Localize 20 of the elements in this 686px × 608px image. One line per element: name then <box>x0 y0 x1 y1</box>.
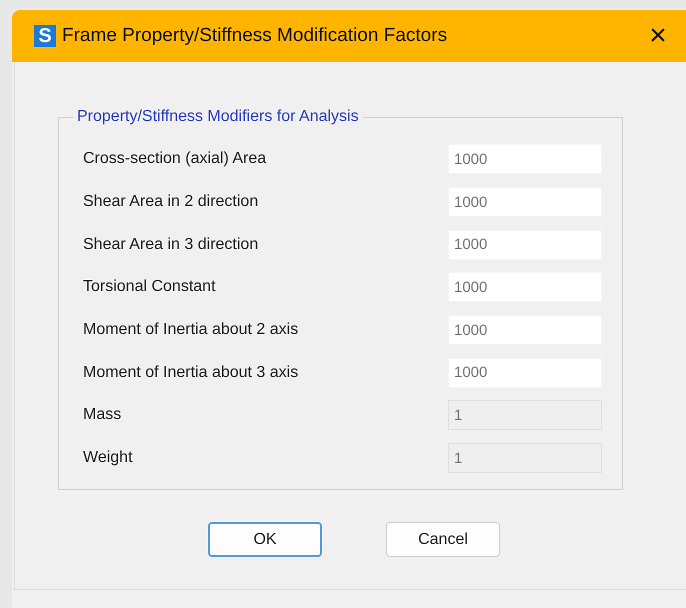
input-field[interactable]: 1000 <box>448 315 602 346</box>
input-field[interactable]: 1000 <box>448 144 602 174</box>
field-label: Cross-section (axial) Area <box>83 150 266 168</box>
input-field[interactable]: 1000 <box>448 358 602 388</box>
field-label: Moment of Inertia about 2 axis <box>83 321 298 340</box>
input-field[interactable]: 1000 <box>448 187 602 218</box>
window-title: Frame Property/Stiffness Modification Factors <box>62 25 448 47</box>
field-label: Mass <box>83 406 122 424</box>
input-field[interactable]: 1000 <box>448 272 602 302</box>
app-icon: S <box>34 25 56 47</box>
field-label: Torsional Constant <box>83 278 216 296</box>
close-button[interactable]: × <box>638 21 678 51</box>
ok-button[interactable]: OK <box>208 522 322 557</box>
field-label: Weight <box>83 449 133 468</box>
field-label: Shear Area in 2 direction <box>83 193 258 212</box>
field-label: Moment of Inertia about 3 axis <box>83 364 298 382</box>
input-field[interactable]: 1000 <box>448 230 602 260</box>
cancel-button[interactable]: Cancel <box>386 522 500 557</box>
group-title: Property/Stiffness Modifiers for Analysis <box>76 108 360 126</box>
field-label: Shear Area in 3 direction <box>83 236 258 254</box>
